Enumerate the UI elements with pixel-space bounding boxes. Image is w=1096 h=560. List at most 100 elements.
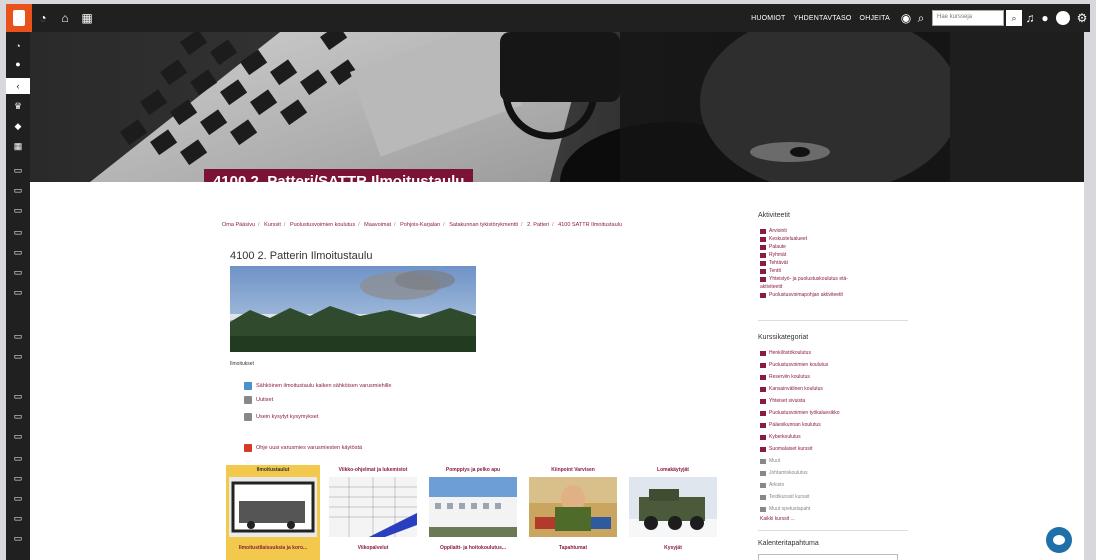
sidebar-course-icon[interactable]: ▭	[6, 224, 30, 240]
category-icon	[760, 386, 766, 392]
search-input[interactable]: Hae kursseja	[932, 10, 1004, 26]
sidebar-course-icon[interactable]: ▭	[6, 530, 30, 546]
sidebar-course-icon[interactable]: ▭	[6, 348, 30, 364]
navigation-item[interactable]: Tehtävät	[760, 260, 788, 266]
messages-icon[interactable]: ●	[1038, 4, 1052, 32]
navigation-item[interactable]: Puolustusvoimapohjan aktiviteetit	[760, 292, 843, 298]
sidebar-course-icon[interactable]: ▭	[6, 182, 30, 198]
tile-subtitle[interactable]: Tapahtumat	[526, 545, 620, 551]
chat-icon[interactable]	[1046, 527, 1072, 553]
sidebar-course-icon[interactable]: ▭	[6, 244, 30, 260]
sidebar-badge-icon[interactable]: ♛	[6, 98, 30, 114]
calendar-icon[interactable]: ▦	[76, 4, 98, 32]
navigation-item[interactable]: Yhteistyö- ja puolustuskoulutus etä-	[760, 276, 848, 282]
tile-subtitle[interactable]: Oppilaitt- ja hoitokoulutus...	[426, 545, 520, 551]
navigation-item[interactable]: Palaute	[760, 244, 786, 250]
nav-link-huomiot[interactable]: HUOMIOT	[751, 15, 785, 22]
tile-title: Viikko-ohjelmat ja lukemistot	[338, 467, 408, 473]
breadcrumb: Oma Pääsivu / Kurssit / Puolustusvoimien k…	[222, 222, 622, 228]
sidebar-grid-icon[interactable]: ▦	[6, 138, 30, 154]
dashboard-icon[interactable]: ◔	[32, 4, 54, 32]
sidebar-course-icon[interactable]: ▭	[6, 450, 30, 466]
activity-label[interactable]: Usein kysytyt kysymykset	[256, 414, 318, 420]
all-courses-link[interactable]: Kaikki kurssit ...	[760, 516, 795, 522]
category-icon	[760, 398, 766, 404]
activity-label[interactable]: Sähköinen ilmoitustaulu kaiken sähköisen…	[256, 383, 391, 389]
breadcrumb-item[interactable]: Pohjois-Karjalan	[400, 222, 440, 228]
category-item[interactable]: Johtamiskoulutus	[760, 470, 808, 476]
sidebar-collapse-icon[interactable]: ‹	[6, 78, 30, 94]
sidebar-course-icon[interactable]: ▭	[6, 490, 30, 506]
breadcrumb-item[interactable]: Puolustusvoimien koulutus	[290, 222, 355, 228]
tile-subtitle[interactable]: Ilmoitustilaisuuksia ja koro...	[226, 545, 320, 551]
sidebar-course-icon[interactable]: ▭	[6, 202, 30, 218]
activity-label[interactable]: Uutiset	[256, 397, 273, 403]
section-title: 4100 2. Patterin Ilmoitustaulu	[230, 250, 373, 262]
sidebar-shield-icon[interactable]: ◆	[6, 118, 30, 134]
tile-subtitle[interactable]: Viikopalvelut	[326, 545, 420, 551]
tile-title: Ilmoitustaulut	[256, 467, 290, 473]
category-item[interactable]: Yhteiset sivuista	[760, 398, 805, 404]
calendar-widget[interactable]	[758, 554, 898, 560]
sidebar-course-icon[interactable]: ▭	[6, 510, 30, 526]
calendar-block-title: Kalenteritapahtuma	[758, 540, 819, 547]
search-toggle-icon[interactable]: ⌕	[914, 4, 928, 32]
navigation-item[interactable]: Ryhmät	[760, 252, 786, 258]
tile[interactable]: Lomakäytyjät Kysyjät	[626, 465, 720, 560]
category-item[interactable]: Puolustusvoimien työkaluesikko	[760, 410, 840, 416]
gear-icon[interactable]: ⚙	[1074, 4, 1090, 32]
activity-icon	[760, 228, 766, 234]
sidebar-course-icon[interactable]: ▭	[6, 264, 30, 280]
category-item[interactable]: Arkisto	[760, 482, 784, 488]
activity-item[interactable]: Sähköinen ilmoitustaulu kaiken sähköisen…	[244, 382, 391, 390]
breadcrumb-item[interactable]: 2. Patteri	[527, 222, 549, 228]
tile[interactable]: Pomppiys ja pelko apu Oppilaitt- ja hoit…	[426, 465, 520, 560]
notifications-icon[interactable]: ♫	[1022, 4, 1038, 32]
category-item[interactable]: Muut	[760, 458, 780, 464]
breadcrumb-item[interactable]: 4100 SATTR Ilmoitustaulu	[558, 222, 622, 228]
home-icon[interactable]: ⌂	[54, 4, 76, 32]
category-item[interactable]: Muut opetustapaht	[760, 506, 810, 512]
activity-item[interactable]: Usein kysytyt kysymykset	[244, 413, 318, 421]
language-icon[interactable]: ◉	[898, 4, 914, 32]
breadcrumb-item[interactable]: Maavoimat	[364, 222, 391, 228]
navigation-item[interactable]: aktiviteetit	[760, 284, 782, 290]
activity-icon	[760, 252, 766, 258]
category-item[interactable]: Suomalaiset kurssit	[760, 446, 812, 452]
navigation-item[interactable]: Tentit	[760, 268, 781, 274]
tile[interactable]: Kiinpoint Varvisen Tapahtumat	[526, 465, 620, 560]
navigation-item[interactable]: Arviointi	[760, 228, 787, 234]
breadcrumb-item[interactable]: Oma Pääsivu	[222, 222, 255, 228]
breadcrumb-item[interactable]: Satakunnan tykistörykmentti	[449, 222, 518, 228]
user-avatar[interactable]	[1056, 11, 1070, 25]
nav-link-ohjeita[interactable]: OHJEITA	[860, 15, 890, 22]
activity-label[interactable]: Ohje uusi varusmies varusmiesten käytöst…	[256, 445, 362, 451]
nav-link-yhdentavtaso[interactable]: YHDENTAVTASO	[794, 15, 852, 22]
sidebar-course-icon[interactable]: ▭	[6, 428, 30, 444]
category-icon	[760, 410, 766, 416]
breadcrumb-item[interactable]: Kurssit	[264, 222, 281, 228]
sidebar-course-icon[interactable]: ▭	[6, 328, 30, 344]
search-icon[interactable]: ⌕	[1006, 10, 1022, 26]
tile-subtitle[interactable]: Kysyjät	[626, 545, 720, 551]
category-item[interactable]: Kansainvälinen koulutus	[760, 386, 823, 392]
sidebar-course-icon[interactable]: ▭	[6, 408, 30, 424]
site-logo[interactable]	[6, 4, 32, 32]
category-item[interactable]: Henkilöstökoulutus	[760, 350, 811, 356]
activity-item[interactable]: Ohje uusi varusmies varusmiesten käytöst…	[244, 444, 362, 452]
sidebar-course-icon[interactable]: ▭	[6, 162, 30, 178]
activity-item[interactable]: Uutiset	[244, 396, 273, 404]
sidebar-course-icon[interactable]: ▭	[6, 284, 30, 300]
sidebar-home-icon[interactable]: ●	[6, 56, 30, 72]
tile[interactable]: Ilmoitustaulut Ilmoitustilaisuuksia ja k…	[226, 465, 320, 560]
category-item[interactable]: Puolustusvoimien koulutus	[760, 362, 828, 368]
sidebar-dashboard-icon[interactable]: ◔	[6, 38, 30, 54]
category-item[interactable]: Pääesikunnan koulutus	[760, 422, 821, 428]
tile[interactable]: Viikko-ohjelmat ja lukemistot Viikopalve…	[326, 465, 420, 560]
navigation-item[interactable]: Keskustelualueet	[760, 236, 807, 242]
sidebar-course-icon[interactable]: ▭	[6, 470, 30, 486]
sidebar-course-icon[interactable]: ▭	[6, 388, 30, 404]
category-item[interactable]: Reserviin koulutus	[760, 374, 810, 380]
category-item[interactable]: Testikurssit kurssit	[760, 494, 810, 500]
category-item[interactable]: Kyberkoulutus	[760, 434, 801, 440]
